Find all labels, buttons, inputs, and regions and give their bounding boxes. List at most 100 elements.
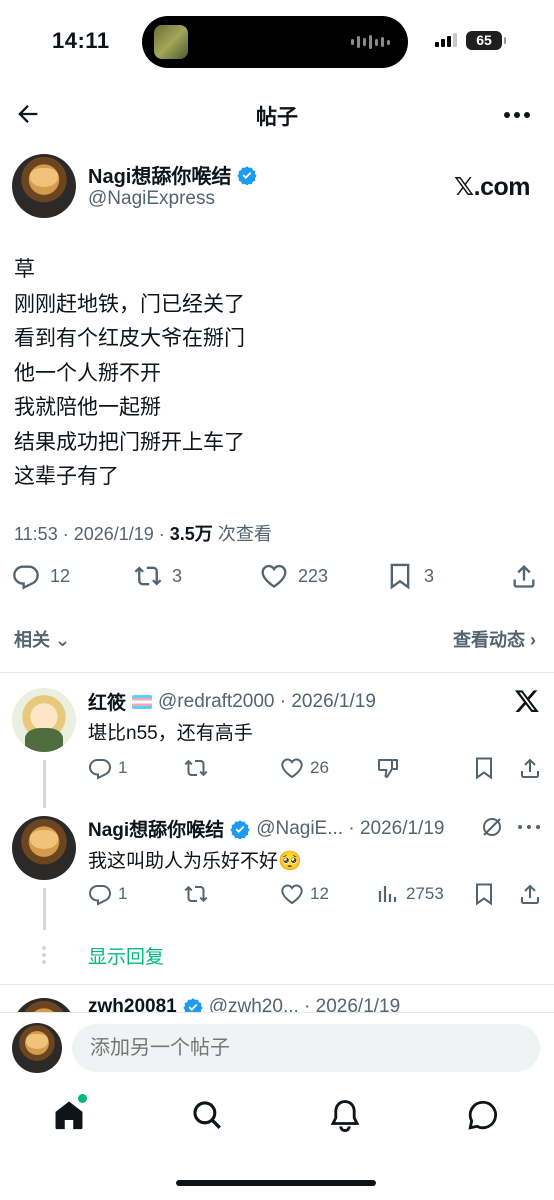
author-handle[interactable]: @NagiExpress [88, 188, 215, 210]
tab-home[interactable] [52, 1094, 87, 1132]
reply-repost-button[interactable] [184, 756, 208, 780]
post-line: 草 [14, 258, 35, 281]
post-views-count[interactable]: 3.5万 [170, 524, 213, 544]
post-line: 这辈子有了 [14, 465, 119, 488]
reply-share-button[interactable] [518, 882, 542, 906]
share-icon [521, 758, 539, 778]
verified-badge-icon [230, 819, 250, 839]
reply-author-handle[interactable]: @NagiE... · 2026/1/19 [256, 818, 444, 840]
thumbs-down-icon [378, 759, 398, 778]
battery-indicator: 65 [466, 31, 506, 50]
divider [0, 984, 554, 985]
heart-icon [281, 758, 303, 779]
reply-author-name[interactable]: 红筱 [88, 688, 126, 715]
divider [0, 672, 554, 673]
reply-views-button[interactable]: 2753 [376, 882, 444, 906]
bookmark-button[interactable]: 3 [386, 562, 434, 590]
show-replies-link[interactable]: 显示回复 [88, 942, 164, 969]
repost-button[interactable]: 3 [134, 562, 182, 590]
reply-avatar[interactable] [12, 816, 76, 880]
now-playing-artwork [154, 25, 188, 59]
author-name-row[interactable]: Nagi想舔你喉结 [88, 160, 258, 189]
reply-repost-button[interactable] [184, 882, 208, 906]
post-action-bar: 12 3 223 3 [0, 562, 554, 602]
author-avatar[interactable] [12, 154, 76, 218]
reply-reply-button[interactable]: 1 [88, 756, 127, 780]
notification-dot [78, 1094, 87, 1103]
reply-avatar[interactable] [12, 688, 76, 752]
home-indicator [176, 1180, 376, 1186]
share-button[interactable] [510, 562, 538, 590]
top-nav: 帖子 [0, 88, 554, 140]
bookmark-count: 3 [424, 565, 435, 586]
author-name: Nagi想舔你喉结 [88, 166, 232, 188]
chat-bubble-icon [468, 1100, 498, 1130]
tab-notifications[interactable] [328, 1098, 362, 1132]
cellular-signal-icon [435, 33, 457, 47]
home-icon [55, 1101, 83, 1130]
repost-icon [134, 566, 162, 586]
reply-icon [88, 759, 112, 780]
trans-flag-icon [132, 694, 153, 709]
like-button[interactable]: 223 [260, 562, 328, 590]
my-avatar[interactable] [12, 1023, 62, 1073]
tab-messages[interactable] [466, 1098, 500, 1132]
status-time: 14:11 [52, 28, 110, 53]
reply-author-name[interactable]: Nagi想舔你喉结 [88, 815, 224, 842]
more-replies-dots-icon [42, 946, 46, 964]
more-options-icon[interactable] [516, 815, 542, 839]
reply-reply-count: 1 [118, 884, 128, 903]
chevron-down-icon: ⌄ [55, 630, 71, 650]
post-line: 他一个人掰不开 [14, 361, 161, 385]
repost-icon [184, 885, 208, 903]
tab-search[interactable] [190, 1098, 224, 1132]
post-meta: 11:53 · 2026/1/19 · 3.5万 次查看 [14, 520, 272, 546]
repost-icon [184, 759, 208, 777]
reply-like-button[interactable]: 26 [280, 756, 329, 780]
grok-icon[interactable] [480, 815, 504, 839]
post-timestamp: 11:53 · 2026/1/19 · [14, 524, 170, 544]
share-icon [521, 884, 539, 904]
reply-icon [88, 885, 112, 906]
search-icon [193, 1101, 221, 1129]
reply-icon [13, 565, 39, 590]
bookmark-icon [476, 757, 492, 780]
reply-button[interactable]: 12 [12, 562, 70, 590]
reply-like-button[interactable]: 12 [280, 882, 329, 906]
thread-line [43, 888, 46, 930]
heart-icon [281, 884, 303, 905]
bell-icon [330, 1100, 360, 1132]
analytics-icon [378, 886, 397, 902]
compose-bar [0, 1012, 554, 1086]
reply-reply-button[interactable]: 1 [88, 882, 127, 906]
view-activity-label: 查看动态 [452, 630, 525, 650]
dynamic-island[interactable] [142, 16, 408, 68]
reply-like-count: 12 [310, 884, 329, 903]
thread-line [43, 760, 46, 808]
share-icon [513, 565, 535, 588]
post-line: 结果成功把门掰开上车了 [14, 430, 245, 454]
reply-like-count: 26 [310, 758, 329, 777]
reply-dislike-button[interactable] [376, 756, 400, 780]
like-count: 223 [298, 565, 329, 586]
reply-compose-input[interactable] [72, 1024, 540, 1072]
reply-author-handle[interactable]: @redraft2000 · 2026/1/19 [158, 691, 376, 713]
reply-header: 红筱 @redraft2000 · 2026/1/19 [88, 688, 376, 715]
x-watermark: 𝕏.com [454, 173, 531, 201]
bookmark-icon [390, 563, 410, 590]
reply-header: Nagi想舔你喉结 @NagiE... · 2026/1/19 [88, 815, 444, 842]
post-views-label: 次查看 [212, 524, 272, 544]
reply-reply-count: 1 [118, 758, 128, 777]
more-options-icon[interactable] [502, 101, 532, 129]
view-activity-link[interactable]: 查看动态 › [453, 626, 536, 652]
x-logo-icon [514, 690, 539, 713]
page-title: 帖子 [256, 106, 298, 129]
post-line: 刚刚赶地铁，门已经关了 [14, 292, 245, 316]
reply-share-button[interactable] [518, 756, 542, 780]
related-toggle[interactable]: 相关 ⌄ [14, 626, 70, 652]
reply-view-count: 2753 [406, 884, 444, 903]
reply-bookmark-button[interactable] [472, 882, 496, 906]
related-label: 相关 [14, 630, 50, 650]
reply-bookmark-button[interactable] [472, 756, 496, 780]
post-line: 我就陪他一起掰 [14, 396, 161, 419]
